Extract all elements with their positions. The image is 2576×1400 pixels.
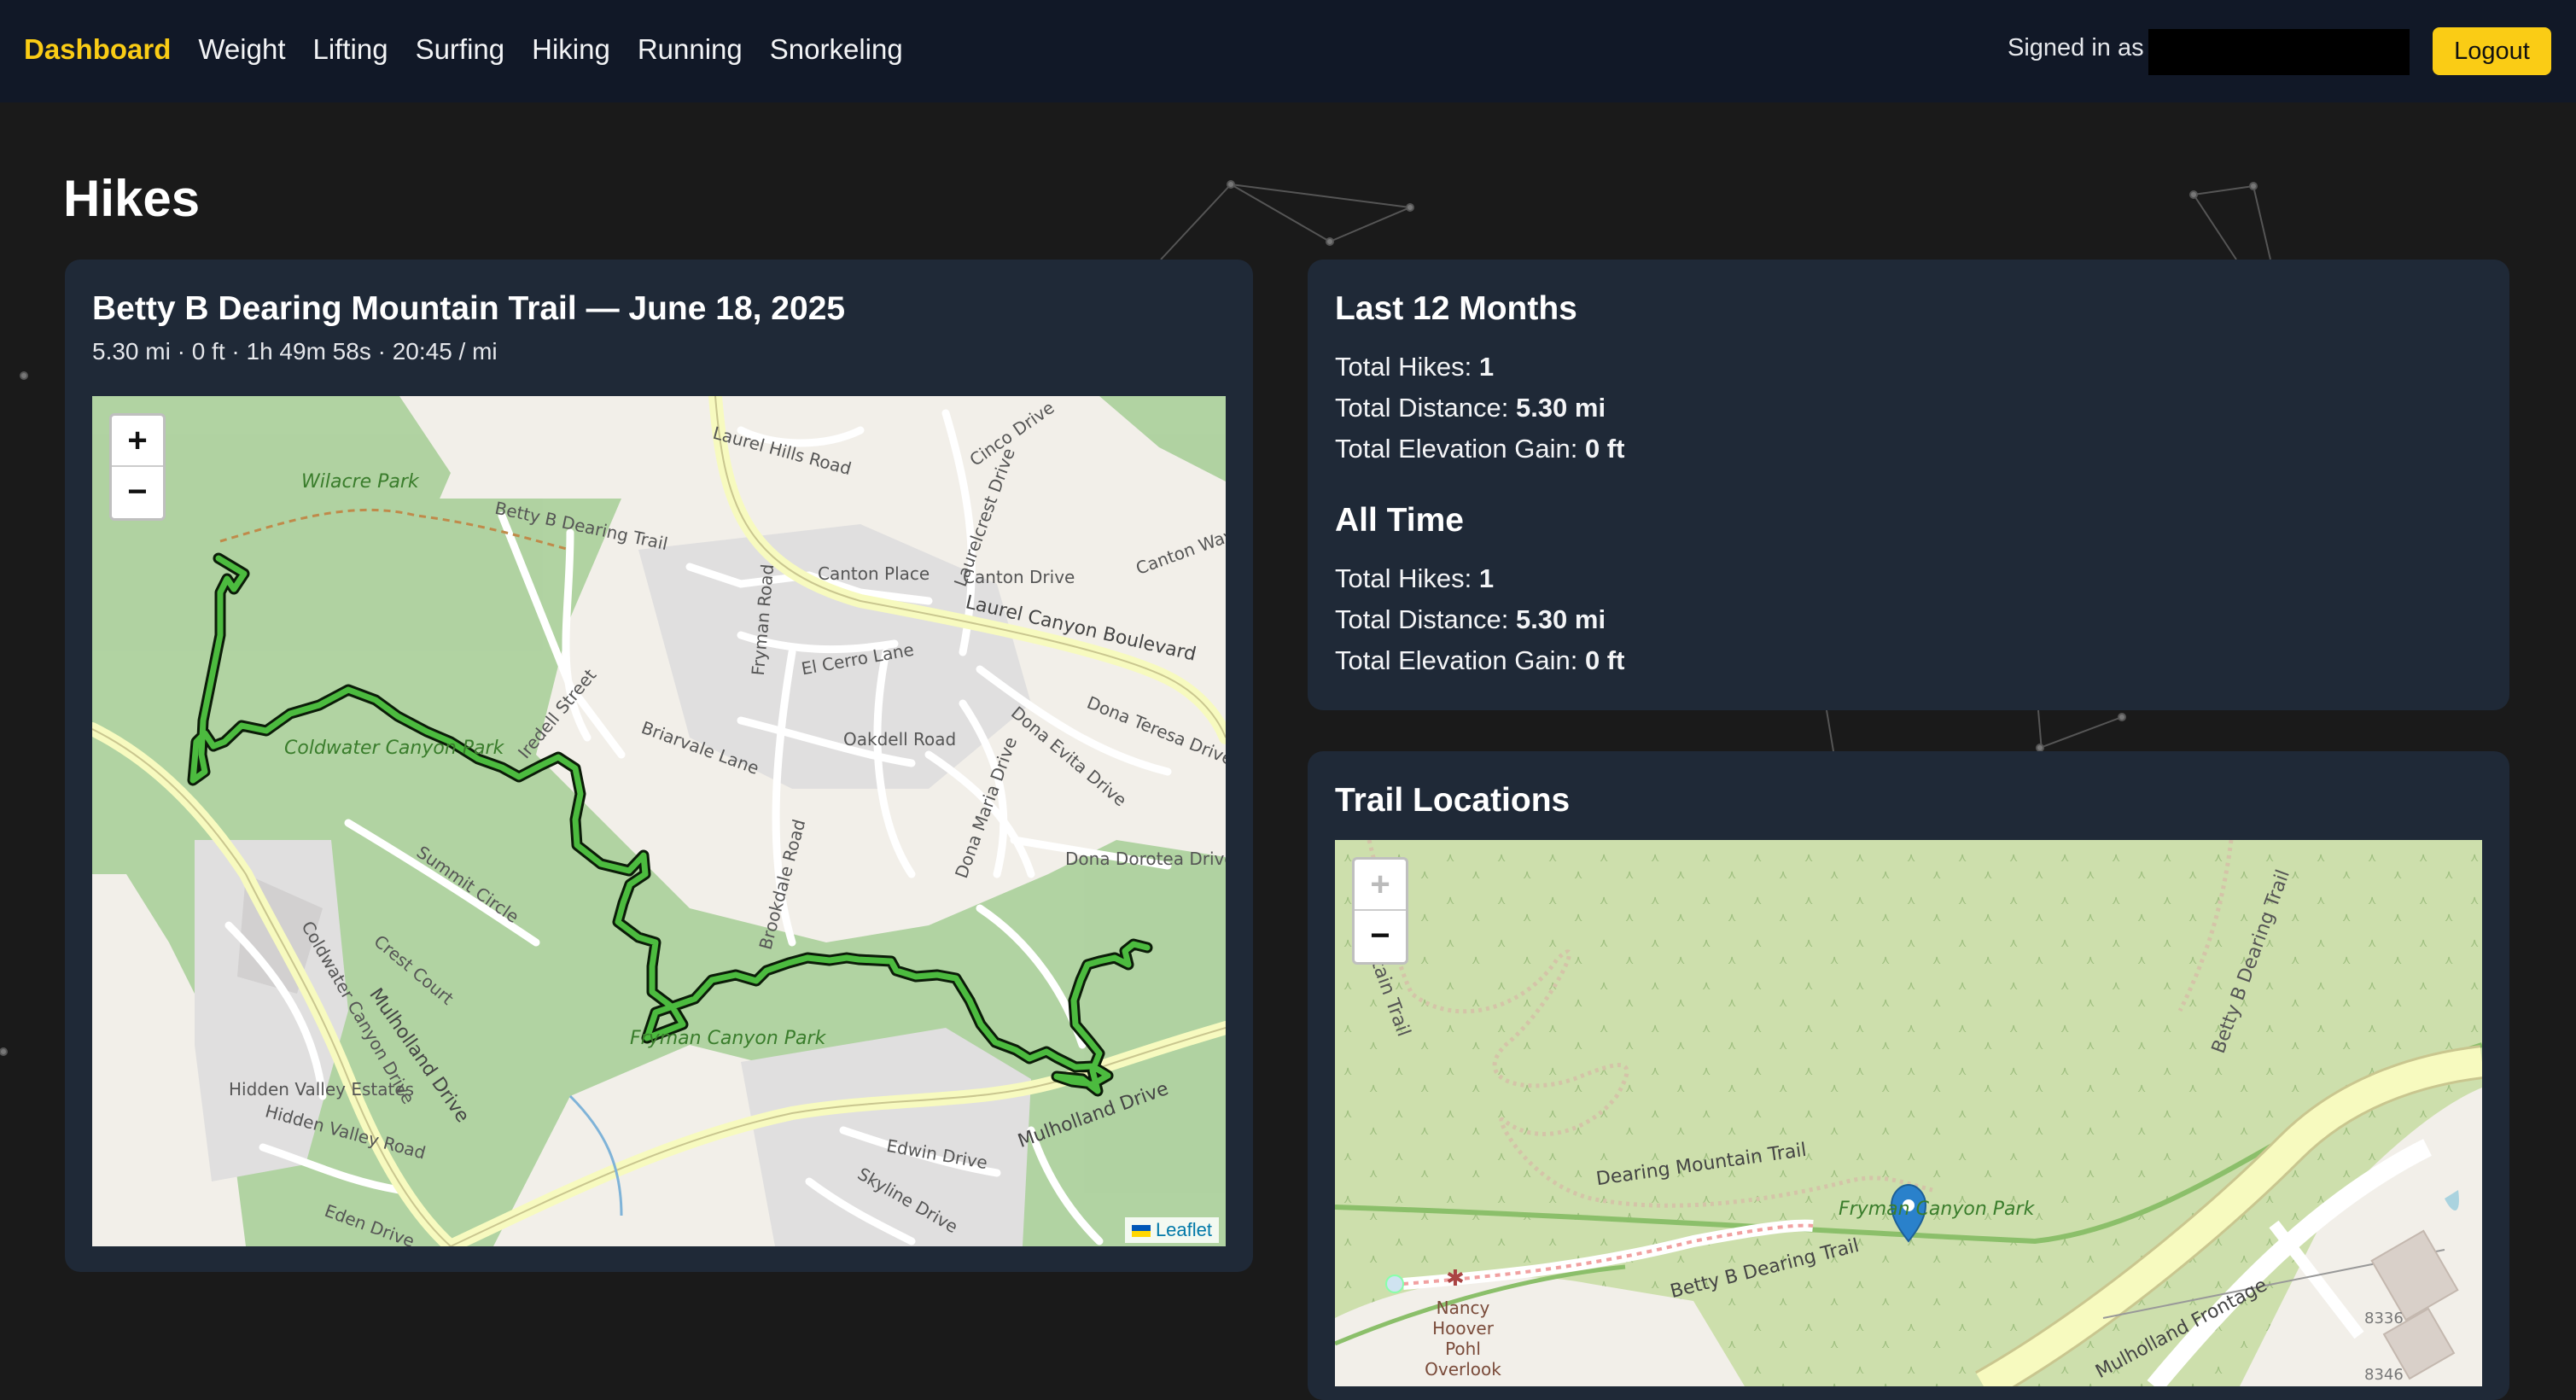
nav-lifting[interactable]: Lifting bbox=[313, 33, 388, 66]
hike-map-zoom-control: + − bbox=[109, 413, 166, 521]
trail-locations-card: Trail Locations ⋏ ⋏ bbox=[1308, 751, 2509, 1400]
loc-label-8336: 8336 bbox=[2364, 1310, 2404, 1327]
stat-value: 0 ft bbox=[1584, 645, 1625, 675]
loc-label-fryman-canyon-park: Fryman Canyon Park bbox=[1839, 1199, 2035, 1220]
nav-dashboard[interactable]: Dashboard bbox=[24, 33, 171, 66]
stat-label: Total Elevation Gain: bbox=[1335, 434, 1578, 464]
map-label-coldwater-park: Coldwater Canyon Park bbox=[284, 738, 504, 759]
stat-value: 1 bbox=[1478, 563, 1495, 593]
leaflet-attribution-link[interactable]: Leaflet bbox=[1156, 1219, 1212, 1240]
top-navbar: Dashboard Weight Lifting Surfing Hiking … bbox=[0, 0, 2576, 102]
loc-label-8346: 8346 bbox=[2364, 1366, 2404, 1384]
nav-surfing[interactable]: Surfing bbox=[416, 33, 505, 66]
stat-label: Total Distance: bbox=[1335, 604, 1509, 634]
hike-stats: 5.30 mi · 0 ft · 1h 49m 58s · 20:45 / mi bbox=[92, 338, 498, 365]
loc-label-nancy-hoover: Nancy Hoover Pohl Overlook bbox=[1425, 1298, 1501, 1380]
stat-value: 5.30 mi bbox=[1515, 604, 1606, 634]
logout-button[interactable]: Logout bbox=[2433, 27, 2551, 75]
map-label-fryman-park: Fryman Canyon Park bbox=[630, 1028, 826, 1049]
page-title: Hikes bbox=[63, 170, 201, 227]
alltime-total-elevation: Total Elevation Gain: 0 ft bbox=[1335, 645, 1624, 676]
nav-snorkeling[interactable]: Snorkeling bbox=[770, 33, 903, 66]
stat-value: 0 ft bbox=[1584, 434, 1625, 464]
stat-value: 1 bbox=[1478, 352, 1495, 382]
locations-map-zoom-in-button[interactable]: + bbox=[1355, 860, 1406, 911]
nav-links: Dashboard Weight Lifting Surfing Hiking … bbox=[24, 0, 930, 99]
last12-total-hikes: Total Hikes: 1 bbox=[1335, 352, 1494, 382]
hike-title: Betty B Dearing Mountain Trail — June 18… bbox=[92, 290, 846, 327]
stat-label: Total Hikes: bbox=[1335, 563, 1472, 593]
stat-value: 5.30 mi bbox=[1515, 393, 1606, 423]
map-label-wilacre: Wilacre Park bbox=[301, 471, 419, 493]
stat-label: Total Hikes: bbox=[1335, 352, 1472, 382]
map-label-canton-drive: Canton Drive bbox=[963, 567, 1075, 587]
map-label-dona-dorotea: Dona Dorotea Drive bbox=[1065, 849, 1226, 869]
alltime-total-hikes: Total Hikes: 1 bbox=[1335, 563, 1494, 594]
svg-text:✱: ✱ bbox=[1446, 1266, 1465, 1292]
signed-in-label: Signed in as bbox=[2008, 34, 2144, 61]
map-label-canton-place: Canton Place bbox=[818, 563, 930, 584]
redacted-username bbox=[2148, 29, 2410, 75]
last12-heading: Last 12 Months bbox=[1335, 290, 1577, 327]
last12-total-distance: Total Distance: 5.30 mi bbox=[1335, 393, 1606, 423]
locations-map-tiles: ⋏ ⋏ bbox=[1335, 840, 2482, 1386]
locations-map-zoom-out-button[interactable]: − bbox=[1355, 911, 1406, 960]
last12-total-elevation: Total Elevation Gain: 0 ft bbox=[1335, 434, 1624, 464]
leaflet-attribution[interactable]: Leaflet bbox=[1124, 1217, 1219, 1243]
hike-route-map[interactable]: Wilacre Park Betty B Dearing Trail Laure… bbox=[92, 396, 1226, 1246]
nav-weight[interactable]: Weight bbox=[198, 33, 285, 66]
map-label-hidden-valley-estates: Hidden Valley Estates bbox=[229, 1079, 415, 1100]
map-label-oakdell: Oakdell Road bbox=[843, 729, 957, 750]
hike-card: Betty B Dearing Mountain Trail — June 18… bbox=[65, 260, 1253, 1272]
stats-card: Last 12 Months Total Hikes: 1 Total Dist… bbox=[1308, 260, 2509, 710]
hike-map-zoom-out-button[interactable]: − bbox=[112, 467, 163, 516]
locations-map-zoom-control: + − bbox=[1352, 857, 1408, 965]
stat-label: Total Elevation Gain: bbox=[1335, 645, 1578, 675]
trail-locations-map[interactable]: ⋏ ⋏ bbox=[1335, 840, 2482, 1386]
hike-map-zoom-in-button[interactable]: + bbox=[112, 416, 163, 467]
stat-label: Total Distance: bbox=[1335, 393, 1509, 423]
alltime-heading: All Time bbox=[1335, 502, 1464, 539]
nav-hiking[interactable]: Hiking bbox=[532, 33, 610, 66]
alltime-total-distance: Total Distance: 5.30 mi bbox=[1335, 604, 1606, 635]
nav-running[interactable]: Running bbox=[638, 33, 743, 66]
trail-locations-heading: Trail Locations bbox=[1335, 782, 1571, 819]
ukraine-flag-icon bbox=[1131, 1225, 1151, 1238]
